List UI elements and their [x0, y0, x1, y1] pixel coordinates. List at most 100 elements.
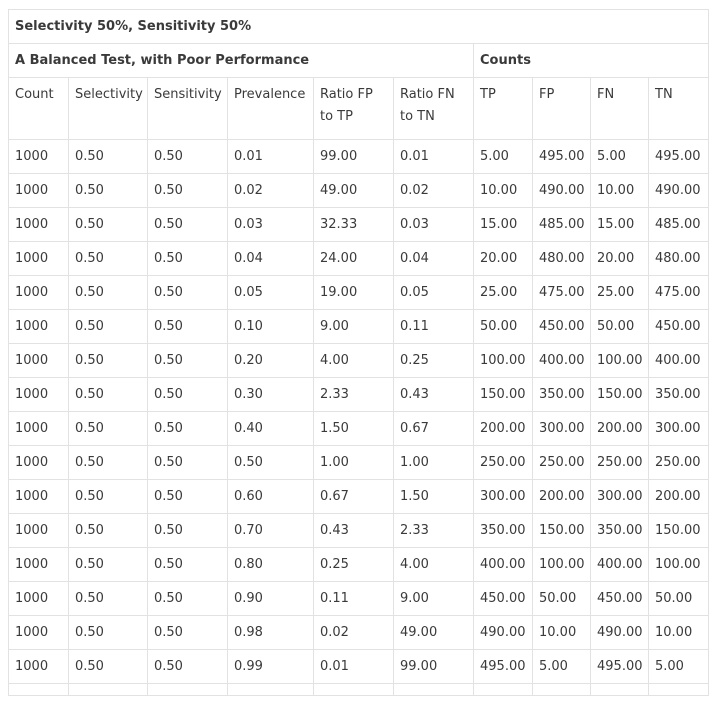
table-cell: 10.00 [532, 615, 591, 650]
table-cell: 0.90 [227, 581, 314, 616]
table-cell: 400.00 [590, 547, 649, 582]
table-cell: 0.50 [68, 615, 148, 650]
table-cell: 1000 [8, 139, 69, 174]
table-cell: 15.00 [590, 207, 649, 242]
table-cell: 250.00 [473, 445, 533, 480]
table-cell: 10.00 [473, 173, 533, 208]
table-body: Selectivity 50%, Sensitivity 50% A Balan… [7, 9, 710, 696]
table-cell: 1000 [8, 547, 69, 582]
table-cell: 0.70 [227, 513, 314, 548]
table-cell: 1000 [8, 173, 69, 208]
table-cell: 25.00 [590, 275, 649, 310]
table-cell: 0.50 [68, 139, 148, 174]
table-cell: 0.50 [147, 479, 228, 514]
table-cell: 0.67 [313, 479, 394, 514]
table-cell: 150.00 [532, 513, 591, 548]
table-cell: 0.50 [68, 411, 148, 446]
column-header: Sensitivity [147, 77, 228, 140]
table-cell: 0.10 [227, 309, 314, 344]
table-cell: 100.00 [590, 343, 649, 378]
table-cell: 475.00 [647, 275, 710, 310]
column-header: TN [647, 77, 710, 140]
table-cell: 200.00 [532, 479, 591, 514]
table-cell-empty [8, 683, 69, 696]
table-cell: 0.98 [227, 615, 314, 650]
table-cell: 0.50 [68, 547, 148, 582]
table-cell: 0.43 [313, 513, 394, 548]
table-cell: 50.00 [532, 581, 591, 616]
table-cell: 1000 [8, 309, 69, 344]
table-row: 1000 0.50 0.50 0.04 24.00 0.04 20.00 480.00 20.0… [8, 241, 710, 276]
table-cell-empty [147, 683, 228, 696]
table-cell-empty [647, 683, 710, 696]
table-cell: 20.00 [590, 241, 649, 276]
table-row: 1000 0.50 0.50 0.01 99.00 0.01 5.00 495.00 5.00 4… [8, 139, 710, 174]
table-cell: 475.00 [532, 275, 591, 310]
table-cell: 200.00 [590, 411, 649, 446]
table-cell: 0.60 [227, 479, 314, 514]
table-cell-empty [590, 683, 649, 696]
table-cell: 20.00 [473, 241, 533, 276]
table-cell: 0.50 [147, 275, 228, 310]
table-cell: 0.50 [68, 275, 148, 310]
table-cell: 15.00 [473, 207, 533, 242]
table-cell: 0.02 [393, 173, 474, 208]
table-cell: 5.00 [590, 139, 649, 174]
table-row: 1000 0.50 0.50 0.98 0.02 49.00 490.00 10.00 490.… [8, 615, 710, 650]
table-cell-empty [393, 683, 474, 696]
table-row: 1000 0.50 0.50 0.70 0.43 2.33 350.00 150.00 350.… [8, 513, 710, 548]
table-cell: 24.00 [313, 241, 394, 276]
table-cell: 19.00 [313, 275, 394, 310]
table-cell: 1000 [8, 615, 69, 650]
table-cell: 0.67 [393, 411, 474, 446]
table-cell: 0.01 [393, 139, 474, 174]
column-header: FP [532, 77, 591, 140]
table-row: 1000 0.50 0.50 0.90 0.11 9.00 450.00 50.00 450.0… [8, 581, 710, 616]
table-cell: 49.00 [393, 615, 474, 650]
table-cell: 0.01 [313, 649, 394, 684]
table-cell: 0.01 [227, 139, 314, 174]
column-header: Count [8, 77, 69, 140]
table-cell: 1000 [8, 581, 69, 616]
table-cell: 0.50 [147, 445, 228, 480]
table-cell: 485.00 [647, 207, 710, 242]
table-cell: 300.00 [473, 479, 533, 514]
table-cell: 490.00 [473, 615, 533, 650]
table-cell: 200.00 [473, 411, 533, 446]
table-cell: 50.00 [473, 309, 533, 344]
table-cell: 450.00 [532, 309, 591, 344]
table-cell: 490.00 [532, 173, 591, 208]
table-cell: 490.00 [647, 173, 710, 208]
table-cell: 0.50 [147, 207, 228, 242]
table-cell: 400.00 [532, 343, 591, 378]
table-row: 1000 0.50 0.50 0.99 0.01 99.00 495.00 5.00 495.0… [8, 649, 710, 684]
table-cell: 350.00 [473, 513, 533, 548]
table-cell: 50.00 [647, 581, 710, 616]
table-row: 1000 0.50 0.50 0.50 1.00 1.00 250.00 250.00 250.… [8, 445, 710, 480]
group-header-left: A Balanced Test, with Poor Performance [8, 43, 474, 78]
table-cell: 0.50 [68, 173, 148, 208]
table-cell: 250.00 [647, 445, 710, 480]
table-cell: 1000 [8, 411, 69, 446]
table-cell: 25.00 [473, 275, 533, 310]
table-cell: 1.00 [313, 445, 394, 480]
table-cell: 400.00 [647, 343, 710, 378]
table-cell-empty [313, 683, 394, 696]
table-cell: 50.00 [590, 309, 649, 344]
column-header: Prevalence [227, 77, 314, 140]
column-header: Ratio FP to TP [313, 77, 394, 140]
column-header: TP [473, 77, 533, 140]
table-cell: 490.00 [590, 615, 649, 650]
table-cell: 0.50 [147, 581, 228, 616]
table-cell: 5.00 [532, 649, 591, 684]
table-cell: 0.99 [227, 649, 314, 684]
table-row: 1000 0.50 0.50 0.05 19.00 0.05 25.00 475.00 25.0… [8, 275, 710, 310]
table-cell: 0.05 [227, 275, 314, 310]
table-cell: 49.00 [313, 173, 394, 208]
table-cell: 0.50 [68, 377, 148, 412]
table-cell: 0.25 [393, 343, 474, 378]
table-row-empty [8, 683, 710, 696]
table-cell: 1.50 [393, 479, 474, 514]
table-cell: 0.50 [68, 649, 148, 684]
table-row: 1000 0.50 0.50 0.10 9.00 0.11 50.00 450.00 50.00… [8, 309, 710, 344]
